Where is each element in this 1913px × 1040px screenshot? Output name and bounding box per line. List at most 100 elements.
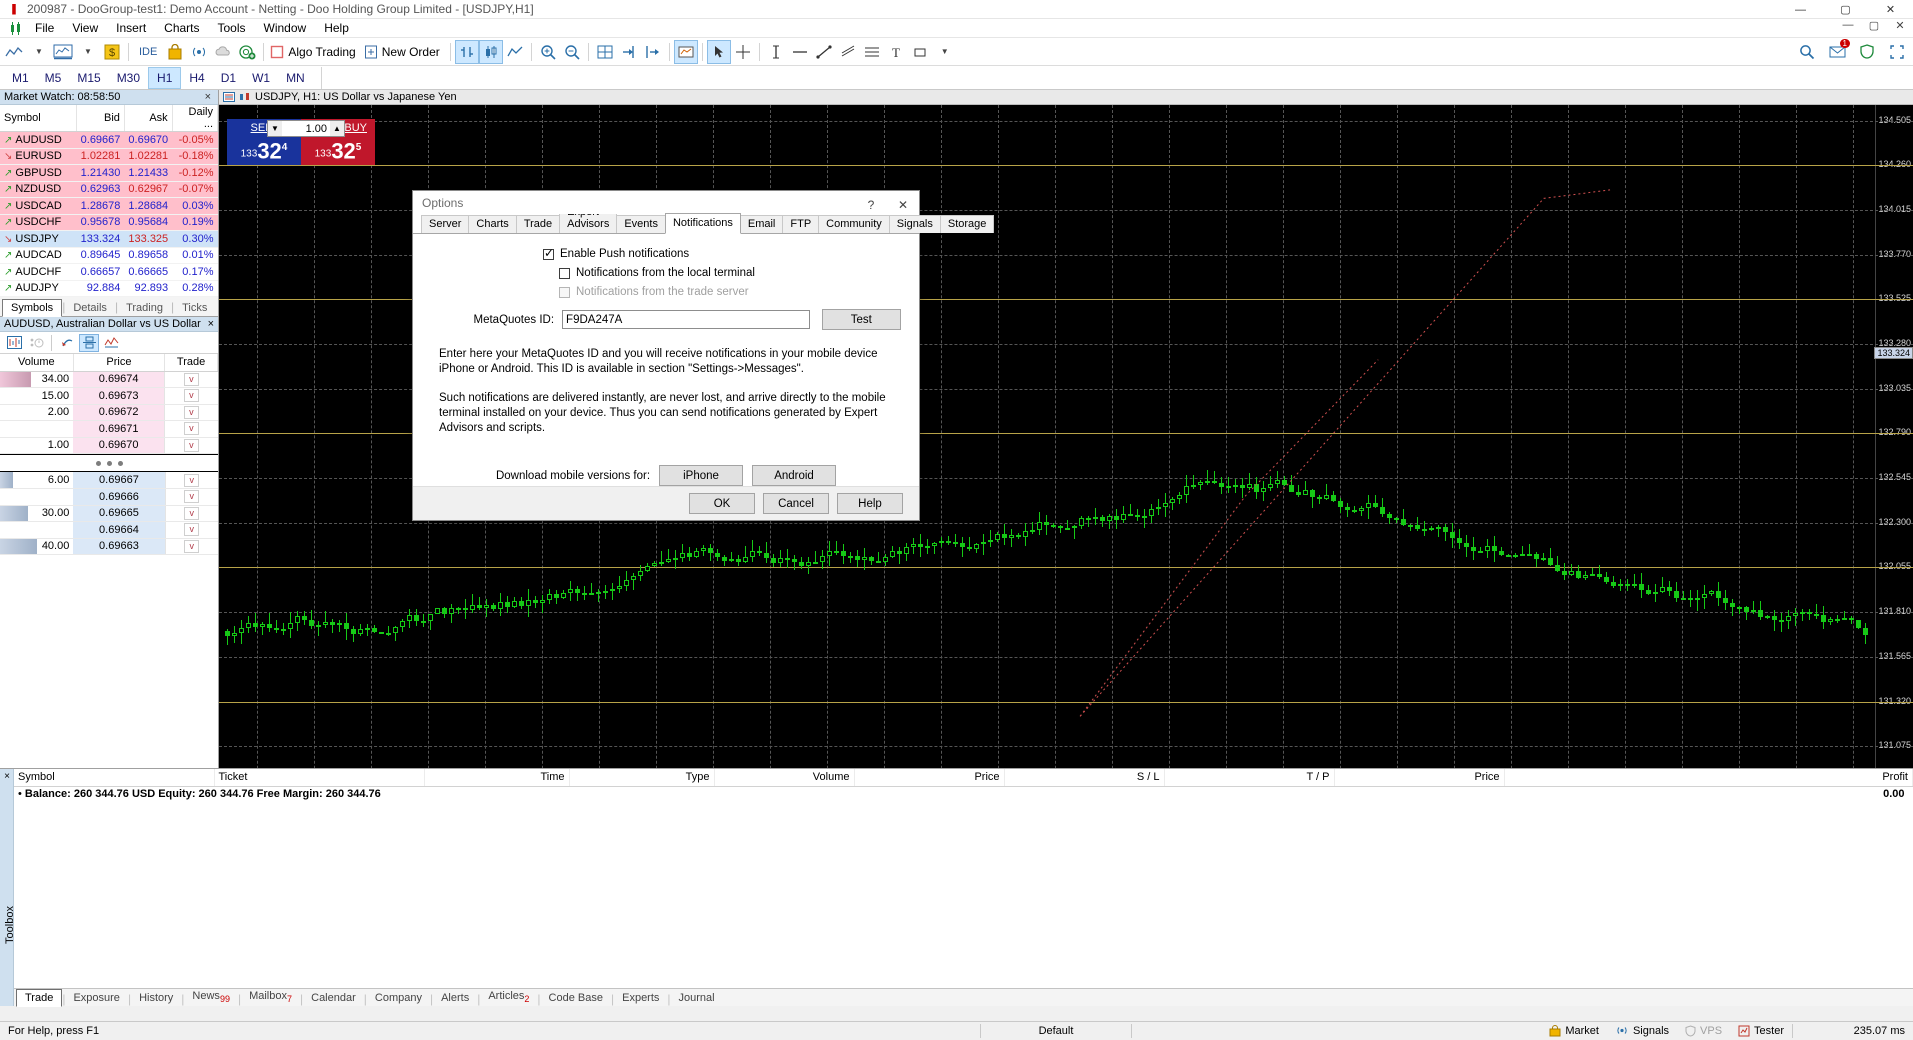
signals-icon[interactable] (187, 40, 211, 64)
trade-col-price2[interactable]: Price (1334, 769, 1504, 786)
dom-volume-icon[interactable] (101, 334, 121, 352)
toolbox-tab-experts[interactable]: Experts (614, 990, 667, 1006)
dom-chevron-down-icon[interactable]: v (184, 406, 199, 419)
dom-row[interactable]: 15.000.69673v (0, 388, 218, 405)
zoom-in-icon[interactable] (536, 40, 560, 64)
dom-chevron-down-icon[interactable]: v (184, 373, 199, 386)
mdi-maximize-button[interactable]: ▢ (1861, 19, 1887, 32)
cursor-icon[interactable] (707, 40, 731, 64)
channel-icon[interactable] (836, 40, 860, 64)
options-tab-email[interactable]: Email (740, 215, 784, 233)
chart-type-dropdown-icon[interactable]: ▼ (27, 40, 51, 64)
vps-shield-icon[interactable] (1855, 40, 1879, 64)
mw-tab-ticks[interactable]: Ticks (174, 300, 215, 316)
col-ask[interactable]: Ask (124, 105, 172, 132)
trade-col-profit[interactable]: Profit (1504, 769, 1913, 786)
shift-chart-icon[interactable] (617, 40, 641, 64)
dom-row[interactable]: 30.000.69665v (0, 505, 218, 522)
market-watch-row[interactable]: ↘EURUSD1.022811.02281-0.18% (0, 148, 218, 165)
toolbox-tab-company[interactable]: Company (367, 990, 430, 1006)
col-bid[interactable]: Bid (77, 105, 125, 132)
dom-row[interactable]: 34.000.69674v (0, 371, 218, 388)
market-watch-row[interactable]: ↗AUDCAD0.896450.896580.01% (0, 247, 218, 264)
dom-chevron-down-icon[interactable]: v (184, 439, 199, 452)
timeframe-m1[interactable]: M1 (4, 68, 37, 88)
fullscreen-icon[interactable] (1885, 40, 1909, 64)
market-watch-row[interactable]: ↗AUDCHF0.666570.666650.17% (0, 264, 218, 281)
dom-chevron-down-icon[interactable]: v (184, 422, 199, 435)
horizontal-line-icon[interactable] (788, 40, 812, 64)
menu-window[interactable]: Window (255, 19, 316, 37)
market-watch-row[interactable]: ↗AUDUSD0.696670.69670-0.05% (0, 132, 218, 149)
dom-trade-cell[interactable]: v (165, 522, 218, 539)
dom-trade-cell[interactable]: v (165, 489, 218, 506)
table-row[interactable]: • Balance: 260 344.76 USD Equity: 260 34… (14, 786, 1913, 801)
market-watch-close-icon[interactable]: × (202, 91, 214, 103)
local-terminal-checkbox[interactable] (559, 268, 570, 279)
col-daily[interactable]: Daily ... (172, 105, 217, 132)
market-watch-row[interactable]: ↘USDJPY133.324133.3250.30% (0, 231, 218, 248)
line-chart-icon[interactable] (503, 40, 527, 64)
enable-push-row[interactable]: Enable Push notifications (543, 248, 901, 260)
timeframe-w1[interactable]: W1 (244, 68, 278, 88)
market-watch-row[interactable]: ↗GBPUSD1.214301.21433-0.12% (0, 165, 218, 182)
grid-layout-icon[interactable] (593, 40, 617, 64)
trade-col-ticket[interactable]: Ticket (214, 769, 424, 786)
options-tab-ftp[interactable]: FTP (782, 215, 819, 233)
search-icon[interactable] (1795, 40, 1819, 64)
dom-depth-icon[interactable] (79, 334, 99, 352)
trade-col-time[interactable]: Time (424, 769, 569, 786)
status-profile[interactable]: Default (981, 1022, 1131, 1040)
menu-insert[interactable]: Insert (107, 19, 155, 37)
android-button[interactable]: Android (752, 465, 836, 486)
vps-cloud-icon[interactable] (211, 40, 235, 64)
status-signals[interactable]: Signals (1607, 1022, 1677, 1040)
dom-tick-chart-icon[interactable] (4, 334, 24, 352)
currency-icon[interactable]: $ (100, 40, 124, 64)
options-close-icon[interactable]: ✕ (887, 191, 919, 219)
options-tab-charts[interactable]: Charts (468, 215, 516, 233)
help-button[interactable]: Help (837, 493, 903, 514)
cancel-button[interactable]: Cancel (763, 493, 829, 514)
options-tab-notifications[interactable]: Notifications (665, 213, 741, 234)
metaquotes-id-input[interactable] (562, 310, 810, 329)
timeframe-h1[interactable]: H1 (148, 67, 181, 89)
dom-time-icon[interactable] (26, 334, 46, 352)
ok-button[interactable]: OK (689, 493, 755, 514)
menu-view[interactable]: View (63, 19, 107, 37)
timeframe-d1[interactable]: D1 (213, 68, 244, 88)
menu-charts[interactable]: Charts (155, 19, 208, 37)
trade-col-volume[interactable]: Volume (714, 769, 854, 786)
dom-trade-cell[interactable]: v (165, 421, 218, 438)
dom-chevron-down-icon[interactable]: v (184, 523, 199, 536)
new-order-button[interactable]: New Order (362, 40, 446, 64)
dom-chevron-down-icon[interactable]: v (184, 389, 199, 402)
toolbox-tab-calendar[interactable]: Calendar (303, 990, 364, 1006)
mailbox-icon[interactable]: 1 (1825, 40, 1849, 64)
trade-col-tp[interactable]: T / P (1164, 769, 1334, 786)
timeframe-m15[interactable]: M15 (69, 68, 108, 88)
timeframe-m30[interactable]: M30 (109, 68, 148, 88)
market-watch-row[interactable]: ↗USDCHF0.956780.956840.19% (0, 214, 218, 231)
enable-push-checkbox[interactable] (543, 249, 554, 260)
dom-row[interactable]: 1.000.69670v (0, 437, 218, 454)
close-button[interactable]: ✕ (1868, 0, 1913, 19)
dom-close-icon[interactable]: × (208, 318, 214, 330)
maximize-button[interactable]: ▢ (1823, 0, 1868, 19)
toolbox-tab-mailbox[interactable]: Mailbox7 (241, 988, 300, 1006)
dom-spread-icon[interactable] (57, 334, 77, 352)
menu-help[interactable]: Help (315, 19, 358, 37)
options-tab-events[interactable]: Events (616, 215, 666, 233)
mw-tab-details[interactable]: Details (65, 300, 115, 316)
dom-row[interactable]: 0.69664v (0, 522, 218, 539)
zoom-out-icon[interactable] (560, 40, 584, 64)
market-watch-row[interactable]: ↗NZDUSD0.629630.62967-0.07% (0, 181, 218, 198)
dom-chevron-down-icon[interactable]: v (184, 540, 199, 553)
test-button[interactable]: Test (822, 309, 901, 330)
one-click-volume-stepper[interactable]: ▼ 1.00 ▲ (267, 120, 345, 137)
trendline-icon[interactable] (812, 40, 836, 64)
add-signal-icon[interactable] (235, 40, 259, 64)
dom-trade-cell[interactable]: v (165, 388, 218, 405)
oc-vol-value[interactable]: 1.00 (282, 123, 330, 135)
timeframe-h4[interactable]: H4 (181, 68, 212, 88)
